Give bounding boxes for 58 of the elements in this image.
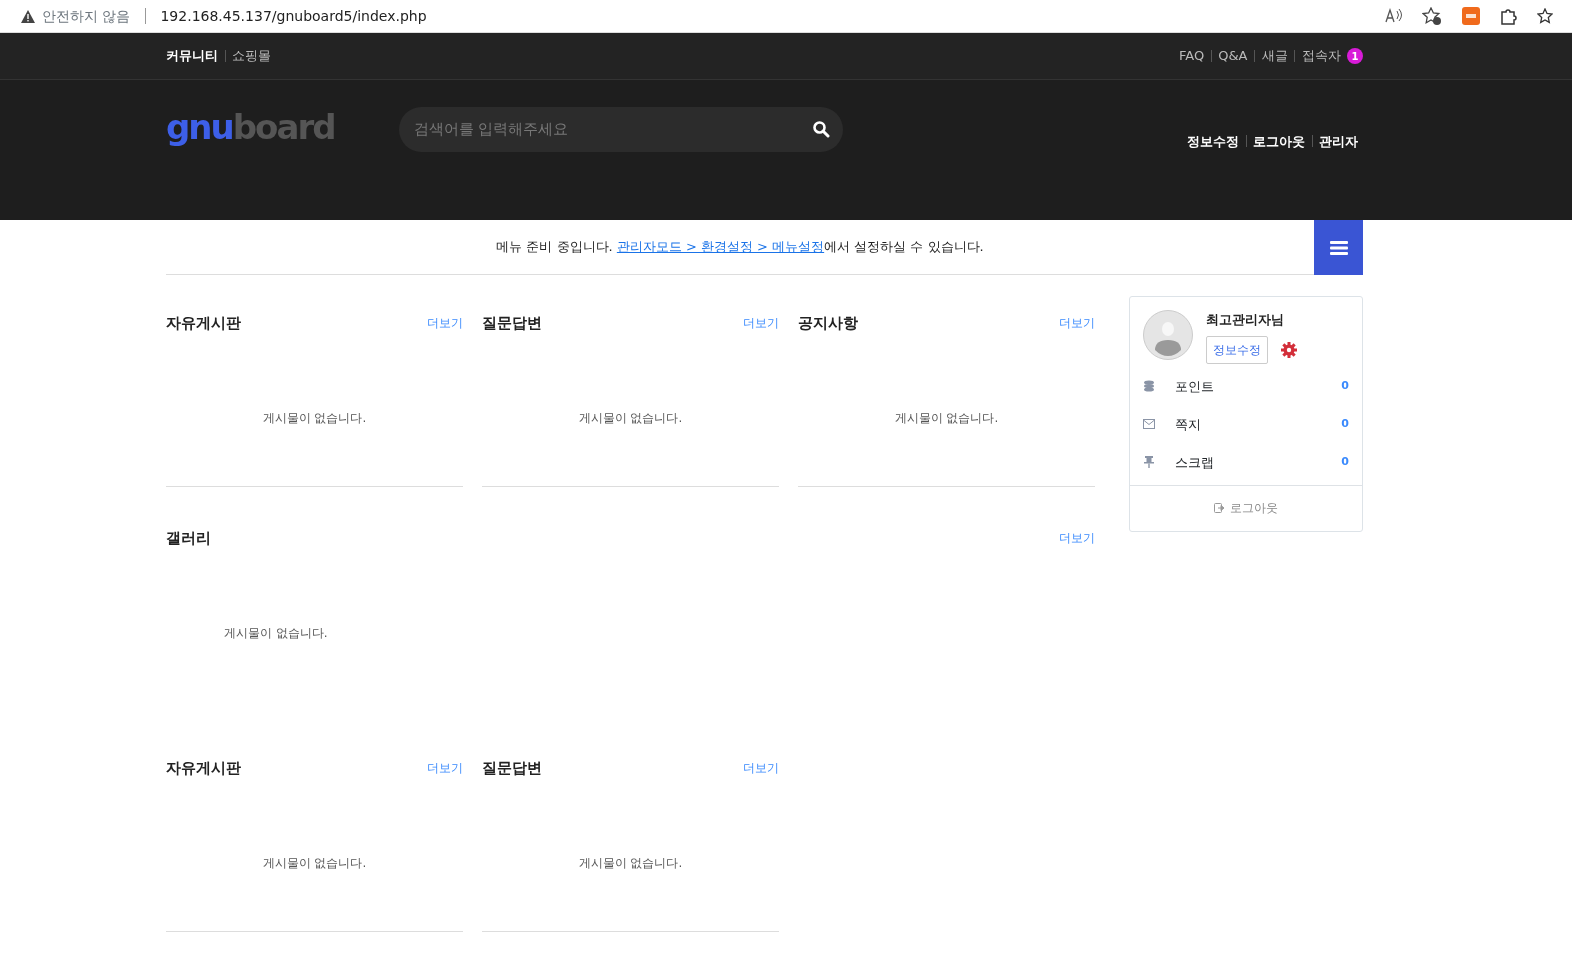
settings-icon[interactable] — [1281, 342, 1297, 358]
header-link[interactable]: 정보수정 — [1187, 131, 1239, 151]
top-nav-link[interactable]: Q&A — [1218, 46, 1248, 66]
menu-notice: 메뉴 준비 중입니다. 관리자모드 > 환경설정 > 메뉴설정에서 설정하실 수 있습니다. — [495, 238, 985, 257]
top-nav-link[interactable]: 쇼핑몰 — [232, 46, 271, 66]
pin-icon — [1143, 456, 1155, 469]
star-add-icon[interactable] — [1422, 7, 1442, 25]
star-icon[interactable] — [1536, 8, 1553, 24]
settings-link[interactable]: 관리자모드 > 환경설정 > 메뉴설정 — [616, 239, 825, 255]
security-label: 안전하지 않음 — [42, 6, 131, 26]
board-title: 질문답변 — [482, 312, 542, 334]
stat-count: 0 — [1341, 454, 1349, 470]
board-title: 질문답변 — [482, 757, 542, 779]
exit-icon — [1214, 502, 1227, 513]
search-icon[interactable] — [811, 120, 830, 138]
board-title: 자유게시판 — [166, 312, 241, 334]
header-link[interactable]: 로그아웃 — [1253, 131, 1305, 151]
search-bar[interactable]: 검색어를 입력해주세요 — [398, 106, 843, 152]
header-link[interactable]: 관리자 — [1319, 131, 1358, 151]
puzzle-icon[interactable] — [1499, 7, 1517, 25]
stat-count: 0 — [1341, 416, 1349, 432]
top-nav-link[interactable]: 커뮤니티 — [166, 46, 218, 66]
stat-count: 0 — [1341, 378, 1349, 394]
empty-message: 게시물이 없습니다. — [578, 855, 683, 872]
empty-message: 게시물이 없습니다. — [894, 410, 999, 427]
stat-link[interactable]: 포인트 — [1174, 376, 1214, 396]
top-nav-link[interactable]: FAQ — [1179, 46, 1205, 66]
count-badge: 1 — [1347, 48, 1363, 64]
database-icon — [1143, 380, 1155, 393]
empty-message: 게시물이 없습니다. — [224, 625, 329, 642]
stat-link[interactable]: 쪽지 — [1174, 414, 1201, 434]
top-nav-link[interactable]: 접속자 — [1301, 46, 1341, 66]
menu-button[interactable] — [1314, 219, 1363, 275]
empty-message: 게시물이 없습니다. — [578, 410, 683, 427]
empty-message: 게시물이 없습니다. — [262, 855, 367, 872]
more-link[interactable]: 더보기 — [1059, 528, 1095, 547]
more-link[interactable]: 더보기 — [743, 758, 779, 777]
warning-icon — [19, 8, 36, 24]
board-title: 공지사항 — [798, 312, 858, 334]
more-link[interactable]: 더보기 — [427, 313, 463, 332]
read-aloud-icon[interactable] — [1384, 8, 1403, 24]
edit-profile-button[interactable]: 정보수정 — [1206, 336, 1268, 364]
logout-link[interactable]: 로그아웃 — [1214, 498, 1278, 517]
envelope-icon — [1143, 418, 1155, 431]
member-name: 최고관리자님 — [1206, 311, 1285, 329]
search-field[interactable]: 검색어를 입력해주세요 — [411, 116, 812, 142]
avatar-icon — [1143, 310, 1193, 360]
empty-message: 게시물이 없습니다. — [262, 410, 367, 427]
url-text: 192.168.45.137/gnuboard5/index.php — [160, 6, 427, 26]
stat-link[interactable]: 스크랩 — [1174, 452, 1214, 472]
top-nav-link[interactable]: 새글 — [1261, 46, 1288, 66]
extension-badge-icon[interactable] — [1461, 7, 1480, 25]
menu-icon — [1329, 239, 1348, 255]
more-link[interactable]: 더보기 — [743, 313, 779, 332]
more-link[interactable]: 더보기 — [427, 758, 463, 777]
board-title: 자유게시판 — [166, 757, 241, 779]
board-title: 갤러리 — [166, 527, 211, 549]
more-link[interactable]: 더보기 — [1059, 313, 1095, 332]
